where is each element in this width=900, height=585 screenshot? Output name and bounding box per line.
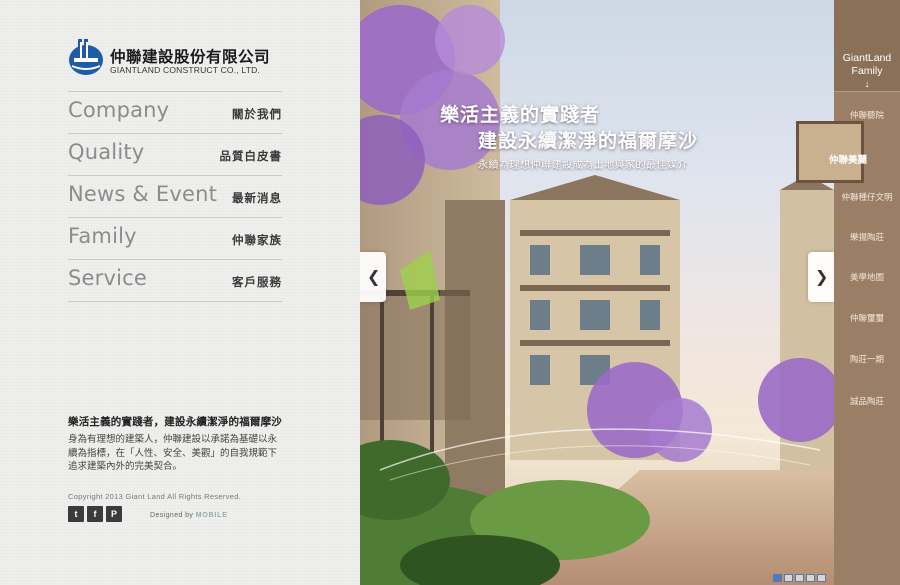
family-item[interactable]: 陶莊一期: [834, 338, 900, 378]
family-item-label: 陶莊一期: [849, 355, 884, 365]
nav-item-company[interactable]: Company 關於我們: [68, 92, 282, 134]
nav-item-news[interactable]: News & Event 最新消息: [68, 176, 282, 218]
nav-label-zh: 仲聯家族: [232, 233, 282, 247]
family-item-label: 仲聯種仔文明: [841, 193, 893, 203]
family-item-label: 仲聯璽璽: [849, 314, 884, 324]
hero-headline-1: 樂活主義的實踐者: [440, 104, 601, 126]
nav-item-service[interactable]: Service 客戶服務: [68, 260, 282, 302]
social-links: tfP: [68, 506, 125, 522]
designer-logo: MOBILE: [195, 512, 228, 519]
designed-by[interactable]: Designed by MOBILE: [150, 512, 228, 519]
pager-dot[interactable]: [806, 574, 815, 582]
nav-label-en: Service: [68, 266, 148, 290]
intro-body: 身為有理想的建築人，仲聯建設以承諾為基礎以永續為指標，在「人性、安全、美觀」的自…: [68, 434, 278, 472]
family-item[interactable]: 誠品陶莊: [834, 380, 900, 420]
chevron-left-icon: ❮: [367, 267, 381, 286]
arrow-down-icon: ↓: [864, 79, 870, 90]
nav-label-zh: 最新消息: [232, 191, 282, 205]
hero-illustration: [360, 0, 834, 585]
chevron-right-icon: ❯: [815, 267, 829, 286]
copyright-text: Copyright 2013 Giant Land All Rights Res…: [68, 492, 242, 501]
family-title: GiantLand Family: [842, 52, 892, 77]
logo[interactable]: 仲聯建設股份有限公司 GIANTLAND CONSTRUCT CO., LTD.: [68, 36, 288, 76]
facebook-icon[interactable]: f: [87, 506, 103, 522]
nav-label-en: Family: [68, 224, 137, 248]
family-item-label: 仲聯美麗: [829, 155, 868, 166]
family-item-label: 仲聯聽院: [849, 111, 884, 121]
nav-item-family[interactable]: Family 仲聯家族: [68, 218, 282, 260]
left-panel: 仲聯建設股份有限公司 GIANTLAND CONSTRUCT CO., LTD.…: [0, 0, 360, 585]
pager-dot[interactable]: [773, 574, 782, 582]
nav-label-zh: 客戶服務: [232, 275, 282, 289]
nav-label-en: Company: [68, 98, 170, 122]
nav-label-en: Quality: [68, 140, 145, 164]
prev-slide-button[interactable]: ❮: [360, 252, 386, 302]
hero-subline: 永續為理想仲聯建設成為土地與家的最佳媒介: [478, 160, 688, 171]
slide-pager: [771, 569, 826, 582]
family-item[interactable]: 仲聯璽璽: [834, 297, 900, 337]
main-nav: Company 關於我們 Quality 品質白皮書 News & Event …: [68, 91, 282, 302]
twitter-icon[interactable]: t: [68, 506, 84, 522]
pager-dot[interactable]: [817, 574, 826, 582]
nav-item-quality[interactable]: Quality 品質白皮書: [68, 134, 282, 176]
hero-slideshow: 樂活主義的實踐者 建設永續潔淨的福爾摩沙 永續為理想仲聯建設成為土地與家的最佳媒…: [360, 0, 834, 585]
nav-label-zh: 關於我們: [232, 107, 282, 121]
family-item-label: 誠品陶莊: [849, 397, 884, 407]
next-slide-button[interactable]: ❯: [808, 252, 834, 302]
family-item[interactable]: 仲聯美麗: [796, 121, 868, 183]
hero-headline-2: 建設永續潔淨的福爾摩沙: [478, 130, 699, 152]
plurk-icon[interactable]: P: [106, 506, 122, 522]
company-name-zh: 仲聯建設股份有限公司: [110, 48, 271, 66]
family-sidebar: GiantLand Family ↓ 仲聯聽院仲聯美麗仲聯種仔文明 樂揚陶莊美學地…: [796, 0, 900, 585]
pager-dot[interactable]: [795, 574, 804, 582]
logo-mark-icon: [69, 39, 103, 75]
company-name-en: GIANTLAND CONSTRUCT CO., LTD.: [110, 65, 260, 75]
designed-by-label: Designed by: [150, 512, 194, 519]
family-item-label: 樂揚陶莊: [849, 233, 884, 243]
family-header[interactable]: GiantLand Family ↓: [834, 0, 900, 92]
intro-block: 樂活主義的實踐者，建設永續潔淨的福爾摩沙 身為有理想的建築人，仲聯建設以承諾為基…: [68, 414, 283, 474]
family-item[interactable]: 樂揚陶莊: [834, 216, 900, 256]
family-item-label: 美學地圖: [849, 273, 884, 283]
family-item[interactable]: 仲聯種仔文明: [834, 176, 900, 216]
family-item[interactable]: 美學地圖: [834, 256, 900, 296]
nav-label-en: News & Event: [68, 182, 218, 206]
nav-label-zh: 品質白皮書: [219, 149, 282, 163]
intro-title: 樂活主義的實踐者，建設永續潔淨的福爾摩沙: [68, 416, 282, 428]
pager-dot[interactable]: [784, 574, 793, 582]
